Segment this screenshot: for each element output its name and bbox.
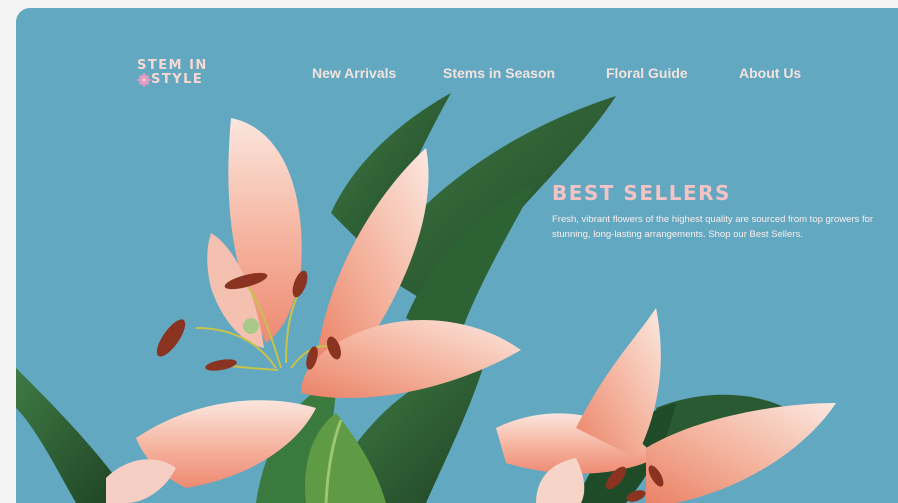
hero-section: STEM IN STYLE New Arrivals Stems in Seas… bbox=[16, 8, 898, 503]
brand-logo[interactable]: STEM IN STYLE bbox=[137, 59, 208, 87]
nav-new-arrivals[interactable]: New Arrivals bbox=[312, 65, 396, 81]
hero-description: Fresh, vibrant flowers of the highest qu… bbox=[552, 214, 874, 240]
nav-floral-guide[interactable]: Floral Guide bbox=[606, 65, 688, 81]
brand-name-line2-wrap: STYLE bbox=[137, 73, 208, 87]
brand-name-line2: STYLE bbox=[151, 72, 204, 87]
hero-title: BEST SELLERS bbox=[552, 181, 731, 205]
main-nav: New Arrivals Stems in Season Floral Guid… bbox=[312, 65, 898, 85]
flower-icon bbox=[137, 73, 151, 87]
brand-name-line1: STEM IN bbox=[137, 58, 208, 73]
nav-about-us[interactable]: About Us bbox=[739, 65, 801, 81]
nav-stems-in-season[interactable]: Stems in Season bbox=[443, 65, 555, 81]
